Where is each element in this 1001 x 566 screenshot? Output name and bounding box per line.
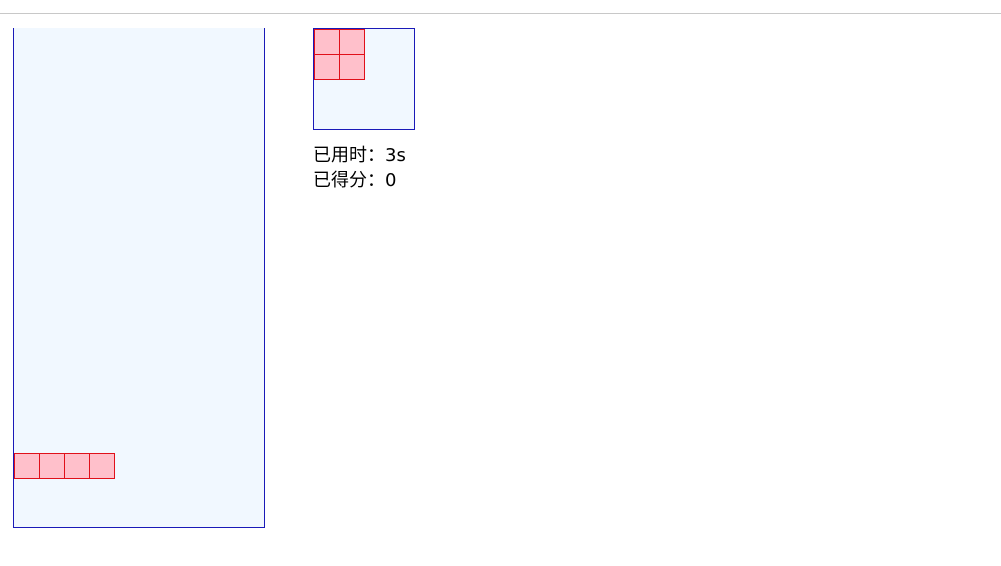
- next-piece-block: [339, 29, 365, 55]
- time-label: 已用时：: [313, 145, 385, 166]
- stats-panel: 已用时：3s 已得分：0: [313, 143, 406, 193]
- board-block: [89, 453, 115, 479]
- time-row: 已用时：3s: [313, 143, 406, 168]
- next-piece-preview: [313, 28, 415, 130]
- top-divider: [0, 13, 1001, 14]
- time-value: 3s: [385, 145, 406, 166]
- next-piece-block: [314, 54, 340, 80]
- score-value: 0: [385, 170, 397, 191]
- next-piece-block: [314, 29, 340, 55]
- board-block: [14, 453, 40, 479]
- board-block: [39, 453, 65, 479]
- score-label: 已得分：: [313, 170, 385, 191]
- board-block: [64, 453, 90, 479]
- game-board: [13, 28, 265, 528]
- next-piece-block: [339, 54, 365, 80]
- score-row: 已得分：0: [313, 168, 406, 193]
